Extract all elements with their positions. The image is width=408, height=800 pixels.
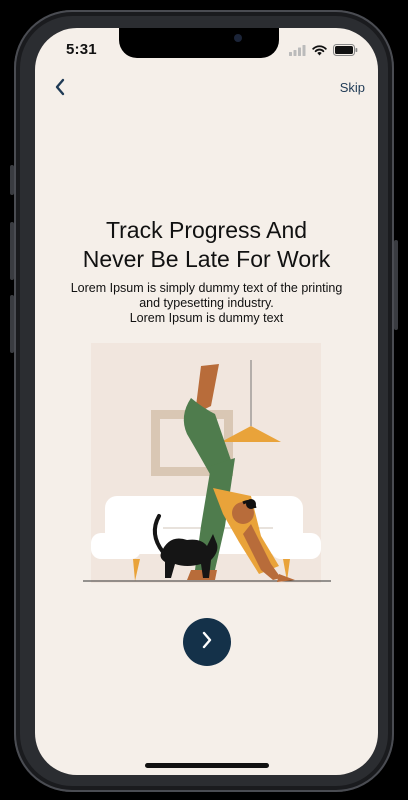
chevron-left-icon <box>54 78 66 101</box>
notch <box>119 28 279 58</box>
onboarding-description: Lorem Ipsum is simply dummy text of the … <box>70 281 343 325</box>
chevron-right-icon <box>201 631 213 654</box>
battery-icon <box>333 43 358 61</box>
volume-down-button <box>10 295 14 353</box>
mute-switch <box>10 165 14 195</box>
skip-button[interactable]: Skip <box>340 80 365 95</box>
status-icons <box>289 43 358 61</box>
volume-up-button <box>10 222 14 280</box>
home-indicator <box>145 763 269 768</box>
status-bar: 5:31 <box>35 28 378 72</box>
back-button[interactable] <box>45 78 75 100</box>
signal-icon <box>289 43 306 61</box>
camera <box>234 34 242 42</box>
next-button[interactable] <box>183 618 231 666</box>
power-button <box>394 240 398 330</box>
yoga-illustration <box>83 338 333 588</box>
screen: 5:31 Skip Track Progress And Never Be La… <box>35 28 378 775</box>
status-time: 5:31 <box>66 41 97 58</box>
wifi-icon <box>312 43 327 61</box>
onboarding-title: Track Progress And Never Be Late For Wor… <box>82 217 331 272</box>
